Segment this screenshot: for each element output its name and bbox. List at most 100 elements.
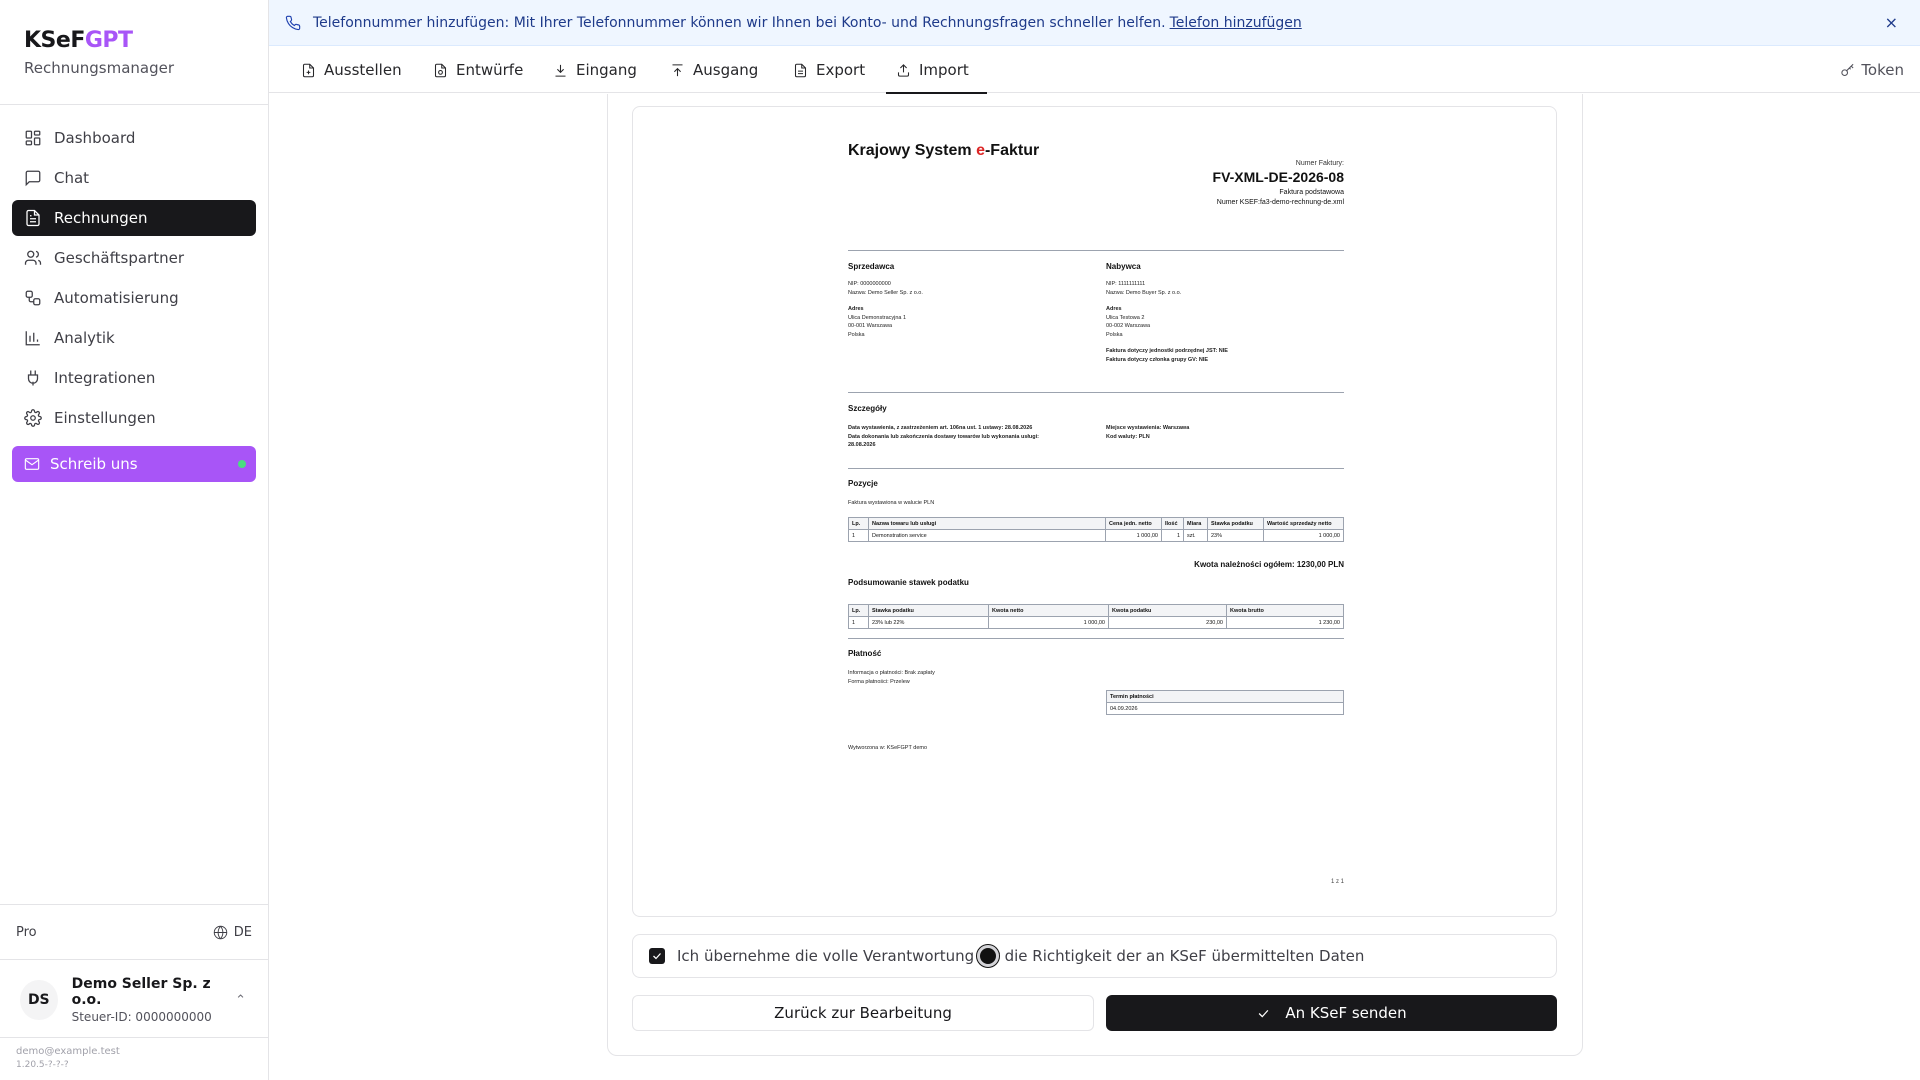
brand[interactable]: KSeFGPT Rechnungsmanager (24, 28, 174, 77)
tab-issue[interactable]: Ausstellen (301, 47, 402, 93)
token-label: Token (1861, 61, 1904, 79)
sidebar-item-label: Automatisierung (54, 289, 179, 307)
user-email: demo@example.test (16, 1046, 120, 1057)
language-label: DE (233, 924, 252, 940)
sidebar-item-analytics[interactable]: Analytik (12, 320, 256, 356)
tab-label: Export (816, 61, 866, 79)
sidebar-item-automation[interactable]: Automatisierung (12, 280, 256, 316)
divider (848, 392, 1344, 393)
app-version: 1.20.5-?-?-? (16, 1060, 69, 1070)
tab-import[interactable]: Import (886, 47, 987, 94)
payment-due-table: Termin płatności 04.09.2026 (1106, 690, 1344, 715)
tax-summary-table: Lp. Stawka podatku Kwota netto Kwota pod… (848, 604, 1344, 629)
tab-outbox[interactable]: Ausgang (670, 47, 758, 93)
responsibility-label[interactable]: Ich übernehme die volle Verantwortung fü… (677, 947, 1364, 965)
tab-label: Ausgang (693, 61, 759, 79)
dashboard-icon (25, 130, 41, 146)
workflow-icon (25, 290, 41, 306)
invoice-type: Faktura podstawowa (1279, 189, 1344, 196)
items-table: Lp. Nazwa towaru lub usługi Cena jedn. n… (848, 517, 1344, 542)
avatar: DS (20, 980, 58, 1020)
sidebar-item-label: Geschäftspartner (54, 249, 184, 267)
add-phone-link[interactable]: Telefon hinzufügen (1170, 15, 1302, 31)
back-to-edit-button[interactable]: Zurück zur Bearbeitung (632, 995, 1094, 1031)
close-icon[interactable]: × (1885, 13, 1898, 32)
page-number: 1 z 1 (1330, 879, 1344, 885)
chat-icon (25, 170, 41, 187)
token-button[interactable]: Token (1840, 47, 1904, 93)
globe-icon (213, 925, 227, 939)
sidebar-item-label: Analytik (54, 329, 115, 347)
online-status-dot (238, 460, 246, 468)
account-divider (0, 1037, 268, 1038)
gear-icon (24, 409, 42, 427)
buyer-title: Nabywca (1106, 262, 1141, 271)
plug-icon (27, 370, 39, 386)
draft-icon (434, 63, 447, 77)
mail-icon (24, 458, 40, 470)
account-tax-id: Steuer-ID: 0000000000 (71, 1010, 212, 1024)
invoice-total: Kwota należności ogółem: 1230,00 PLN (1194, 560, 1344, 569)
account-name: Demo Seller Sp. z o.o. (71, 976, 211, 1008)
file-icon (794, 63, 807, 77)
tab-label: Ausstellen (324, 61, 402, 79)
back-button-label: Zurück zur Bearbeitung (774, 1004, 952, 1022)
tax-summary-title: Podsumowanie stawek podatku (848, 578, 969, 587)
send-to-ksef-button[interactable]: An KSeF senden (1106, 995, 1557, 1031)
divider (848, 638, 1344, 639)
sidebar-nav: Dashboard Chat Rechnungen Geschäftspartn… (12, 120, 256, 486)
seller-info: NIP: 0000000000 Nazwa: Demo Seller Sp. z… (848, 281, 923, 338)
mouse-cursor-indicator (977, 945, 999, 967)
divider (848, 250, 1344, 251)
invoice-tabs: Ausstellen Entwürfe Eingang Ausgang Expo… (269, 47, 1920, 94)
plan-row: Pro DE (0, 904, 268, 960)
sidebar-item-invoices[interactable]: Rechnungen (12, 200, 256, 236)
file-plus-icon (302, 63, 315, 77)
contact-us-label: Schreib uns (50, 455, 138, 473)
contact-us-button[interactable]: Schreib uns (12, 446, 256, 482)
tab-label: Import (919, 61, 969, 79)
brand-subtitle: Rechnungsmanager (24, 59, 175, 77)
users-icon (24, 250, 42, 265)
key-icon (1841, 63, 1854, 76)
sidebar-item-chat[interactable]: Chat (12, 160, 256, 196)
sidebar-item-partners[interactable]: Geschäftspartner (12, 240, 256, 276)
send-button-label: An KSeF senden (1285, 1004, 1407, 1022)
phone-banner: Telefonnummer hinzufügen: Mit Ihrer Tele… (269, 0, 1920, 46)
sidebar-item-label: Rechnungen (54, 209, 148, 227)
tab-drafts[interactable]: Entwürfe (433, 47, 523, 93)
sidebar-item-integrations[interactable]: Integrationen (12, 360, 256, 396)
payment-info: Informacja o płatności: Brak zapłaty For… (848, 670, 935, 685)
plan-badge: Pro (16, 924, 37, 940)
details-place: Miejsce wystawienia: Warszawa Kod waluty… (1106, 425, 1190, 440)
account-switcher[interactable]: DS Demo Seller Sp. z o.o. Steuer-ID: 000… (8, 970, 258, 1030)
check-icon (1259, 1009, 1269, 1018)
sidebar-item-dashboard[interactable]: Dashboard (12, 120, 256, 156)
tab-label: Entwürfe (456, 61, 524, 79)
sidebar: KSeFGPT Rechnungsmanager Dashboard Chat … (0, 0, 269, 1080)
tab-inbox[interactable]: Eingang (553, 47, 637, 93)
table-row: 1 23% lub 22% 1 000,00 230,00 1 230,00 (848, 616, 1344, 629)
invoice-preview[interactable]: Krajowy System e-Faktur Numer Faktury: F… (632, 106, 1557, 917)
responsibility-confirmation: Ich übernehme die volle Verantwortung fü… (632, 934, 1557, 978)
invoice-meta: Numer Faktury: FV-XML-DE-2026-08 Faktura… (1213, 160, 1344, 206)
sidebar-item-label: Chat (54, 169, 90, 187)
sidebar-divider (0, 104, 268, 105)
buyer-info: NIP: 1111111111 Nazwa: Demo Buyer Sp. z … (1106, 281, 1228, 363)
items-title: Pozycje (848, 479, 878, 488)
invoice-number-label: Numer Faktury: (1295, 160, 1344, 167)
phone-icon (285, 15, 301, 30)
bar-chart-icon (25, 331, 40, 346)
check-icon (653, 953, 661, 960)
tab-export[interactable]: Export (793, 47, 865, 93)
chevron-up-icon: ⌃ (235, 992, 246, 1008)
language-switcher[interactable]: DE (213, 925, 252, 940)
seller-title: Sprzedawca (848, 262, 895, 271)
invoice-ksef-number: Numer KSEF:fa3-demo-rechnung-de.xml (1216, 199, 1344, 206)
generated-by: Wytworzona w: KSeFGPT demo (848, 745, 928, 751)
responsibility-checkbox[interactable] (649, 948, 665, 964)
upload-icon (672, 63, 683, 76)
invoice-icon (26, 209, 40, 227)
sidebar-item-settings[interactable]: Einstellungen (12, 400, 256, 436)
table-row: 1 Demonstration service 1 000,00 1 szt. … (848, 529, 1344, 542)
